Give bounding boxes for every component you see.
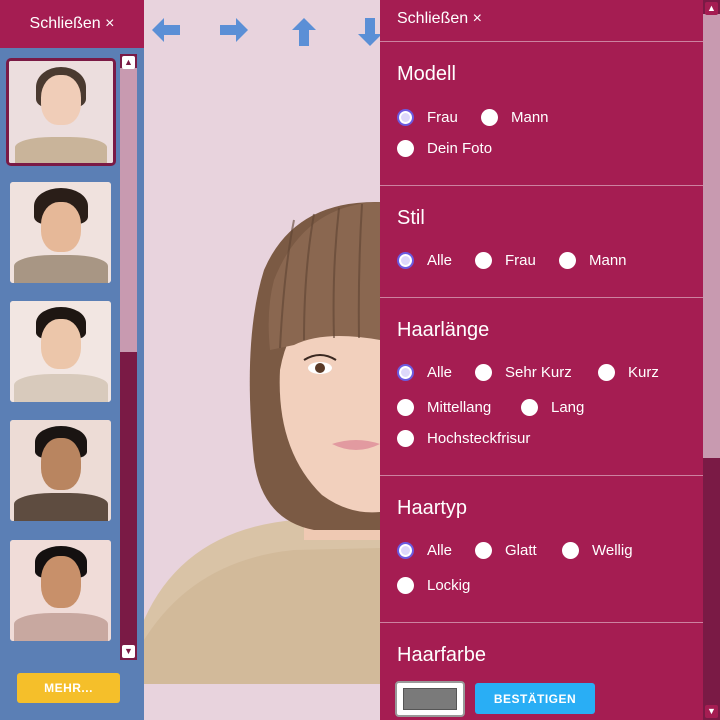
divider: [380, 41, 703, 42]
hairstyle-preview-area: [144, 0, 380, 720]
more-button[interactable]: MEHR...: [17, 673, 120, 703]
radio-stil-frau[interactable]: Frau: [475, 252, 536, 269]
radio-unchecked-icon: [397, 140, 414, 157]
radio-label: Kurz: [628, 364, 659, 381]
model-thumbnail-1[interactable]: [6, 58, 116, 166]
radio-unchecked-icon: [521, 399, 538, 416]
filter-scrollbar[interactable]: ▲ ▼: [703, 0, 720, 720]
radio-checked-icon: [397, 364, 414, 381]
radio-label: Alle: [427, 364, 453, 381]
radio-unchecked-icon: [559, 252, 576, 269]
radio-haarlaenge-sehr-kurz[interactable]: Sehr Kurz: [475, 364, 572, 381]
radio-label: Alle: [427, 542, 453, 559]
model-thumbnail-4[interactable]: [10, 420, 111, 521]
radio-haartyp-wellig[interactable]: Wellig: [562, 542, 633, 559]
arrow-down-icon[interactable]: [356, 16, 380, 53]
model-thumbnail-list: [6, 58, 116, 658]
radio-label: Lang: [551, 399, 585, 416]
divider: [380, 185, 703, 186]
radio-unchecked-icon: [397, 430, 414, 447]
section-title-haarlaenge: Haarlänge: [397, 319, 490, 341]
arrow-up-icon[interactable]: [290, 16, 318, 53]
scroll-up-icon[interactable]: ▲: [705, 2, 718, 15]
radio-unchecked-icon: [475, 542, 492, 559]
radio-modell-frau[interactable]: Frau: [397, 109, 458, 126]
radio-unchecked-icon: [598, 364, 615, 381]
scrollbar-thumb[interactable]: [703, 14, 720, 458]
model-thumbnail-3[interactable]: [10, 301, 111, 402]
radio-haarlaenge-lang[interactable]: Lang: [521, 399, 584, 416]
right-close-button[interactable]: Schließen ×: [397, 10, 482, 28]
radio-unchecked-icon: [475, 252, 492, 269]
scroll-down-icon[interactable]: ▼: [122, 645, 135, 658]
radio-label: Sehr Kurz: [505, 364, 572, 381]
radio-label: Frau: [427, 109, 458, 126]
scroll-up-icon[interactable]: ▲: [122, 56, 135, 69]
radio-unchecked-icon: [397, 399, 414, 416]
radio-label: Glatt: [505, 542, 537, 559]
radio-unchecked-icon: [481, 109, 498, 126]
left-close-button[interactable]: Schließen ×: [0, 0, 144, 48]
model-thumbnail-5[interactable]: [10, 540, 111, 641]
radio-checked-icon: [397, 542, 414, 559]
thumbnail-scrollbar[interactable]: ▲ ▼: [120, 54, 137, 660]
radio-unchecked-icon: [397, 577, 414, 594]
radio-label: Mann: [511, 109, 549, 126]
section-title-haarfarbe: Haarfarbe: [397, 644, 486, 666]
radio-label: Hochsteckfrisur: [427, 430, 531, 447]
filter-panel: Schließen × Modell Frau Mann Dein Foto S…: [380, 0, 703, 720]
section-title-stil: Stil: [397, 207, 425, 229]
radio-haartyp-alle[interactable]: Alle: [397, 542, 452, 559]
radio-label: Lockig: [427, 577, 471, 594]
arrow-right-icon[interactable]: [218, 16, 250, 49]
section-title-modell: Modell: [397, 63, 456, 85]
radio-label: Dein Foto: [427, 140, 493, 157]
radio-unchecked-icon: [475, 364, 492, 381]
divider: [380, 297, 703, 298]
model-sidebar: Schließen × ▲ ▼ MEHR...: [0, 0, 144, 720]
radio-stil-mann[interactable]: Mann: [559, 252, 627, 269]
radio-haarlaenge-mittellang[interactable]: Mittellang: [397, 399, 491, 416]
radio-haarlaenge-hochsteckfrisur[interactable]: Hochsteckfrisur: [397, 430, 530, 447]
confirm-button[interactable]: BESTÄTIGEN: [475, 683, 595, 714]
scrollbar-thumb[interactable]: [120, 68, 137, 352]
divider: [380, 622, 703, 623]
radio-haarlaenge-alle[interactable]: Alle: [397, 364, 452, 381]
model-thumbnail-2[interactable]: [10, 182, 111, 283]
radio-modell-mann[interactable]: Mann: [481, 109, 549, 126]
radio-haartyp-glatt[interactable]: Glatt: [475, 542, 537, 559]
radio-checked-icon: [397, 252, 414, 269]
radio-modell-dein-foto[interactable]: Dein Foto: [397, 140, 492, 157]
scroll-down-icon[interactable]: ▼: [705, 705, 718, 718]
divider: [380, 475, 703, 476]
radio-label: Alle: [427, 252, 453, 269]
radio-haarlaenge-kurz[interactable]: Kurz: [598, 364, 659, 381]
radio-label: Mann: [589, 252, 627, 269]
section-title-haartyp: Haartyp: [397, 497, 468, 519]
radio-label: Mittellang: [427, 399, 492, 416]
arrow-left-icon[interactable]: [150, 16, 182, 49]
radio-haartyp-lockig[interactable]: Lockig: [397, 577, 470, 594]
radio-label: Wellig: [592, 542, 633, 559]
radio-checked-icon: [397, 109, 414, 126]
radio-unchecked-icon: [562, 542, 579, 559]
hair-color-preview: [403, 688, 457, 710]
hair-color-swatch[interactable]: [395, 681, 465, 717]
radio-stil-alle[interactable]: Alle: [397, 252, 452, 269]
hairstyle-preview-image: [144, 201, 380, 684]
radio-label: Frau: [505, 252, 536, 269]
